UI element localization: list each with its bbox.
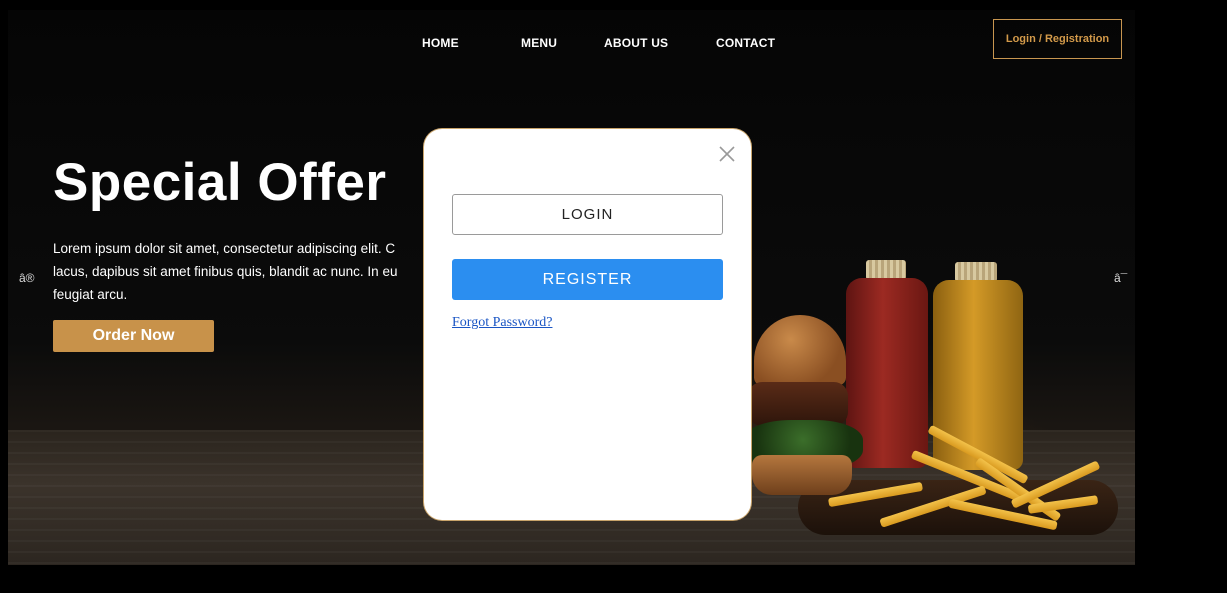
- burger-bun: [754, 315, 846, 385]
- forgot-password-link[interactable]: Forgot Password?: [452, 315, 552, 331]
- login-registration-button[interactable]: Login / Registration: [993, 19, 1122, 59]
- close-icon[interactable]: [717, 144, 737, 164]
- nav-about-us[interactable]: ABOUT US: [604, 36, 668, 50]
- page-frame: HOME MENU ABOUT US CONTACT Login / Regis…: [0, 0, 1227, 593]
- nav-contact[interactable]: CONTACT: [716, 36, 775, 50]
- nav-home[interactable]: HOME: [422, 36, 459, 50]
- next-slide-arrow[interactable]: â¯: [1114, 271, 1127, 285]
- prev-slide-arrow[interactable]: â®: [19, 271, 35, 285]
- order-now-button[interactable]: Order Now: [53, 320, 214, 352]
- hero-headline: Special Offer: [53, 153, 387, 212]
- modal-login-button[interactable]: LOGIN: [452, 194, 723, 235]
- top-nav: HOME MENU ABOUT US CONTACT Login / Regis…: [0, 0, 1227, 60]
- hero-description: Lorem ipsum dolor sit amet, consectetur …: [53, 241, 398, 302]
- modal-register-button[interactable]: REGISTER: [452, 259, 723, 300]
- nav-menu[interactable]: MENU: [521, 36, 557, 50]
